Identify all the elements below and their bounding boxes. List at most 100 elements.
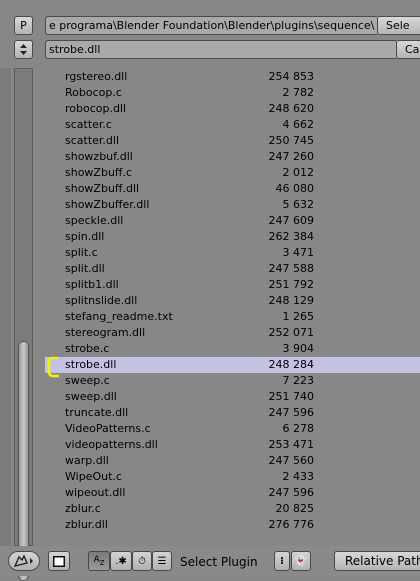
scrollbar-thumb[interactable] xyxy=(18,341,29,581)
file-size: 6 278 xyxy=(282,422,315,435)
file-size: 5 632 xyxy=(282,198,315,211)
file-name: scatter.c xyxy=(65,118,112,131)
file-name: zblur.dll xyxy=(65,518,108,531)
file-size: 3 904 xyxy=(282,342,315,355)
file-size: 254 853 xyxy=(268,70,315,83)
file-row[interactable]: splitb1.dll 251 792 xyxy=(45,277,420,293)
file-row[interactable]: warp.dll 247 560 xyxy=(45,453,420,469)
file-name: WipeOut.c xyxy=(65,470,122,483)
file-name: truncate.dll xyxy=(65,406,129,419)
sort-time-icon: ⏱ xyxy=(138,555,146,567)
browser-title: Select Plugin xyxy=(180,555,258,569)
file-row[interactable]: zblur.c 20 825 xyxy=(45,501,420,517)
file-name: splitnslide.dll xyxy=(65,294,138,307)
file-size: 2 782 xyxy=(282,86,315,99)
file-name: speckle.dll xyxy=(65,214,124,227)
file-size: 20 825 xyxy=(275,502,315,515)
sort-alphabetical-icon: AZ xyxy=(93,555,105,567)
file-row[interactable]: sweep.c 7 223 xyxy=(45,373,420,389)
file-name: VideoPatterns.c xyxy=(65,422,151,435)
file-size: 262 384 xyxy=(268,230,315,243)
directory-menu-button[interactable] xyxy=(14,40,33,59)
file-name: stefang_readme.txt xyxy=(65,310,173,323)
file-name: sweep.c xyxy=(65,374,110,387)
fullscreen-toggle[interactable] xyxy=(48,551,70,571)
file-row[interactable]: speckle.dll 247 609 xyxy=(45,213,420,229)
file-size: 7 223 xyxy=(282,374,315,387)
relative-path-button[interactable]: Relative Path xyxy=(334,551,420,571)
file-size: 247 596 xyxy=(268,486,315,499)
file-row[interactable]: spin.dll 262 384 xyxy=(45,229,420,245)
file-size: 252 071 xyxy=(268,326,315,339)
file-size: 2 012 xyxy=(282,166,315,179)
file-name: videopatterns.dll xyxy=(65,438,158,451)
file-row[interactable]: zblur.dll 276 776 xyxy=(45,517,420,533)
file-size: 253 471 xyxy=(268,438,315,451)
file-size: 1 265 xyxy=(282,310,315,323)
file-row[interactable]: splitnslide.dll 248 129 xyxy=(45,293,420,309)
file-size: 251 792 xyxy=(268,278,315,291)
file-size: 248 620 xyxy=(268,102,315,115)
file-row[interactable]: showZbuff.c 2 012 xyxy=(45,165,420,181)
parent-directory-button[interactable]: P xyxy=(14,16,33,35)
file-size: 276 776 xyxy=(268,518,315,531)
file-size: 3 471 xyxy=(282,246,315,259)
file-size: 247 588 xyxy=(268,262,315,275)
file-name: showZbuff.c xyxy=(65,166,133,179)
file-name: showZbuff.dll xyxy=(65,182,140,195)
file-name: wipeout.dll xyxy=(65,486,126,499)
left-edge-strip xyxy=(0,68,11,546)
file-row[interactable]: split.dll 247 588 xyxy=(45,261,420,277)
file-name: strobe.c xyxy=(65,342,110,355)
file-row[interactable]: showzbuf.dll 247 260 xyxy=(45,149,420,165)
file-row[interactable]: stefang_readme.txt 1 265 xyxy=(45,309,420,325)
sort-extension-button[interactable]: .✱ xyxy=(110,551,132,571)
filename-field[interactable]: strobe.dll xyxy=(45,40,396,59)
scrollbar-track[interactable] xyxy=(14,68,33,581)
window-icon xyxy=(53,555,65,567)
window-type-menu[interactable] xyxy=(8,551,40,571)
sort-alphabetical-button[interactable]: AZ xyxy=(88,551,110,571)
cancel-button[interactable]: Ca xyxy=(396,40,420,59)
file-row[interactable]: videopatterns.dll 253 471 xyxy=(45,437,420,453)
file-row[interactable]: strobe.c 3 904 xyxy=(45,341,420,357)
file-row[interactable]: rgstereo.dll 254 853 xyxy=(45,69,420,85)
sort-extension-icon: .✱ xyxy=(115,555,127,567)
file-row[interactable]: split.c 3 471 xyxy=(45,245,420,261)
file-row[interactable]: scatter.c 4 662 xyxy=(45,117,420,133)
hide-dot-files-toggle[interactable]: ⁝ xyxy=(274,551,290,571)
file-name: showzbuf.dll xyxy=(65,150,133,163)
file-name: rgstereo.dll xyxy=(65,70,128,83)
file-row-selected[interactable]: strobe.dll 248 284 xyxy=(45,357,420,373)
file-row[interactable]: showZbuffer.dll 5 632 xyxy=(45,197,420,213)
file-name: strobe.dll xyxy=(65,358,117,371)
sort-size-icon: ☰ xyxy=(157,555,167,567)
file-name: scatter.dll xyxy=(65,134,120,147)
file-name: stereogram.dll xyxy=(65,326,146,339)
file-size: 2 433 xyxy=(282,470,315,483)
file-size: 247 260 xyxy=(268,150,315,163)
file-row[interactable]: WipeOut.c 2 433 xyxy=(45,469,420,485)
file-name: spin.dll xyxy=(65,230,105,243)
file-row[interactable]: scatter.dll 250 745 xyxy=(45,133,420,149)
file-row[interactable]: sweep.dll 251 740 xyxy=(45,389,420,405)
list-icon: ⁝ xyxy=(280,555,284,567)
file-name: robocop.dll xyxy=(65,102,127,115)
file-size: 248 129 xyxy=(268,294,315,307)
sort-size-button[interactable]: ☰ xyxy=(152,551,172,571)
file-name: split.dll xyxy=(65,262,105,275)
ghost-toggle[interactable]: 👻 xyxy=(291,551,311,571)
file-name: split.c xyxy=(65,246,98,259)
file-size: 247 596 xyxy=(268,406,315,419)
file-row[interactable]: VideoPatterns.c 6 278 xyxy=(45,421,420,437)
select-button[interactable]: Sele xyxy=(377,16,420,35)
file-row[interactable]: robocop.dll 248 620 xyxy=(45,101,420,117)
file-row[interactable]: stereogram.dll 252 071 xyxy=(45,325,420,341)
file-row[interactable]: wipeout.dll 247 596 xyxy=(45,485,420,501)
sort-time-button[interactable]: ⏱ xyxy=(132,551,152,571)
file-name: splitb1.dll xyxy=(65,278,119,291)
file-row[interactable]: showZbuff.dll 46 080 xyxy=(45,181,420,197)
file-row[interactable]: Robocop.c 2 782 xyxy=(45,85,420,101)
file-row[interactable]: truncate.dll 247 596 xyxy=(45,405,420,421)
directory-path-field[interactable]: e programa\Blender Foundation\Blender\pl… xyxy=(45,16,377,35)
